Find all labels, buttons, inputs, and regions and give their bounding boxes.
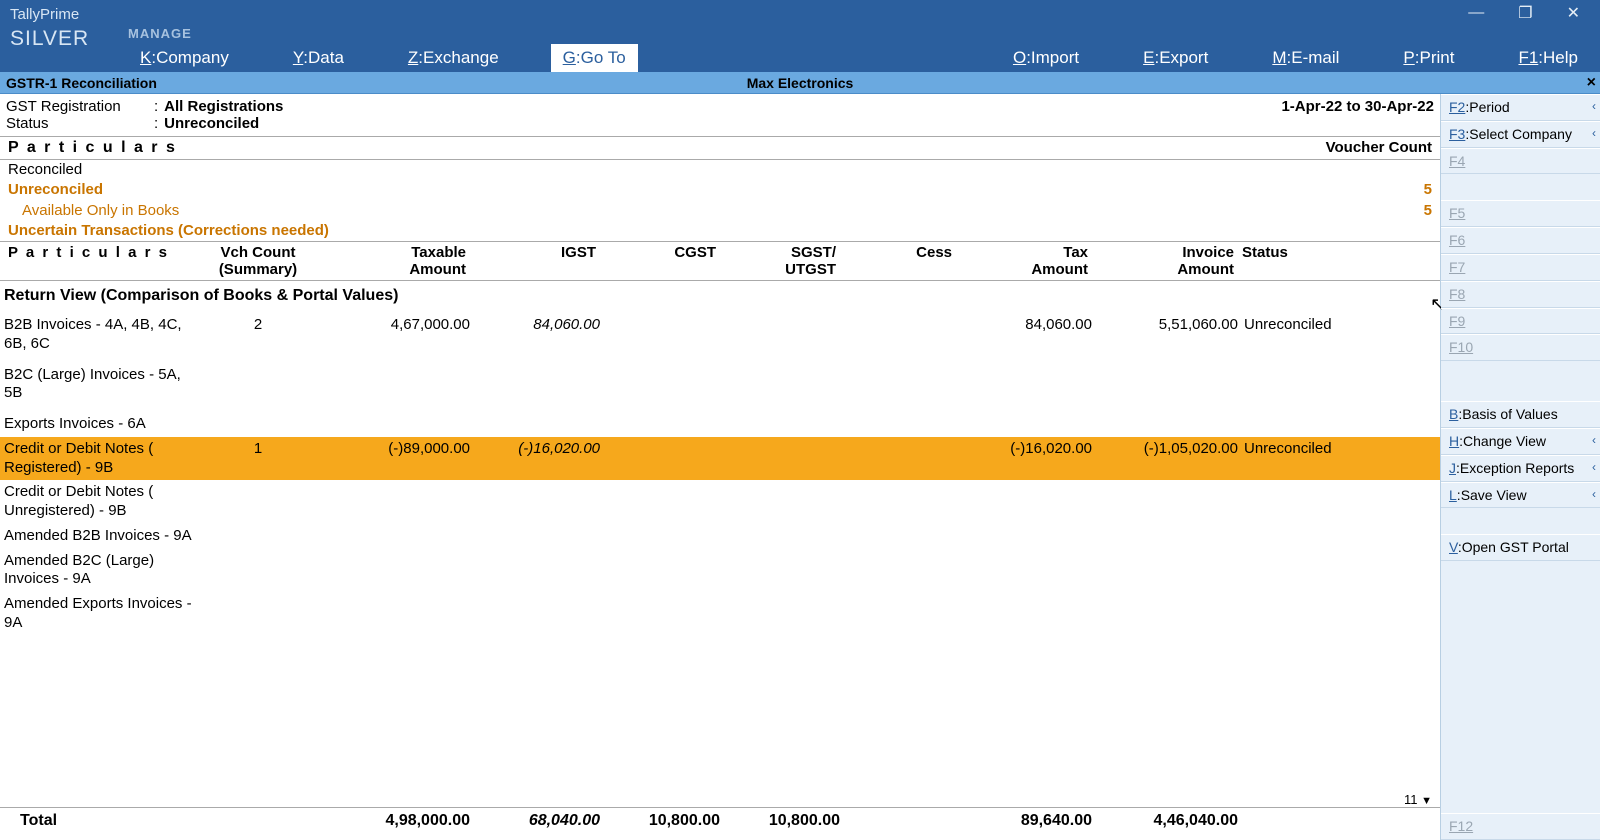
status-value: Unreconciled: [164, 115, 259, 132]
return-view-title: Return View (Comparison of Books & Porta…: [0, 281, 1440, 313]
minimize-icon[interactable]: —: [1468, 4, 1484, 22]
btn-f4: F4: [1441, 148, 1600, 175]
menu-data[interactable]: Y:Data: [281, 44, 356, 72]
table-row[interactable]: Amended B2B Invoices - 9A: [0, 524, 1440, 549]
close-icon[interactable]: ✕: [1567, 3, 1580, 23]
scroll-down-icon: ▼: [1421, 795, 1432, 807]
btn-f7: F7: [1441, 254, 1600, 281]
table-row[interactable]: Amended B2C (Large) Invoices - 9A: [0, 549, 1440, 593]
row-unreconciled[interactable]: Unreconciled5: [0, 180, 1440, 200]
subtitle-bar: GSTR-1 Reconciliation Max Electronics ×: [0, 72, 1600, 94]
manage-label[interactable]: MANAGE: [116, 26, 1600, 44]
menu-goto[interactable]: G:Go To: [551, 44, 638, 72]
table-row[interactable]: B2B Invoices - 4A, 4B, 4C, 6B, 6C24,67,0…: [0, 313, 1440, 357]
maximize-icon[interactable]: ❐: [1518, 3, 1532, 23]
edition-name: SILVER: [10, 27, 116, 51]
btn-f8: F8: [1441, 281, 1600, 308]
menu-company[interactable]: K:Company: [128, 44, 241, 72]
btn-f5: F5: [1441, 200, 1600, 227]
table-row[interactable]: Exports Invoices - 6A: [0, 412, 1440, 437]
content-area: GST Registration:All Registrations Statu…: [0, 94, 1440, 840]
menu-help[interactable]: F1:Help: [1506, 44, 1590, 72]
titlebar: TallyPrime SILVER — ❐ ✕ MANAGE K:Company…: [0, 0, 1600, 72]
period-value: 1-Apr-22 to 30-Apr-22: [1281, 98, 1434, 132]
company-name: Max Electronics: [747, 75, 854, 91]
columns-header: P a r t i c u l a r s Vch Count(Summary)…: [0, 241, 1440, 281]
total-row: Total 4,98,000.00 68,040.00 10,800.00 10…: [0, 807, 1440, 832]
btn-basis-values[interactable]: B:Basis of Values: [1441, 401, 1600, 428]
summary-section: Reconciled Unreconciled5 Available Only …: [0, 160, 1440, 241]
table-row[interactable]: Credit or Debit Notes ( Unregistered) - …: [0, 480, 1440, 524]
subtitle-close-icon[interactable]: ×: [1587, 74, 1596, 92]
row-uncertain[interactable]: Uncertain Transactions (Corrections need…: [0, 221, 1440, 241]
menubar: K:Company Y:Data Z:Exchange G:Go To O:Im…: [116, 44, 1600, 72]
btn-gst-portal[interactable]: V:Open GST Portal: [1441, 534, 1600, 561]
table-row[interactable]: B2C (Large) Invoices - 5A, 5B: [0, 363, 1440, 407]
row-reconciled[interactable]: Reconciled: [0, 160, 1440, 180]
menu-import[interactable]: O:Import: [1001, 44, 1091, 72]
menu-exchange[interactable]: Z:Exchange: [396, 44, 511, 72]
btn-f9: F9: [1441, 308, 1600, 335]
gst-reg-label: GST Registration: [6, 98, 154, 115]
table-row[interactable]: Amended Exports Invoices - 9A: [0, 592, 1440, 636]
menu-email[interactable]: M:E-mail: [1260, 44, 1351, 72]
btn-change-view[interactable]: H:Change View‹: [1441, 428, 1600, 455]
gst-reg-value: All Registrations: [164, 98, 283, 115]
btn-exception-reports[interactable]: J:Exception Reports‹: [1441, 455, 1600, 482]
voucher-count-header: Voucher Count: [1326, 139, 1432, 157]
table-row[interactable]: Credit or Debit Notes ( Registered) - 9B…: [0, 437, 1440, 481]
btn-f12: F12: [1441, 813, 1600, 840]
row-available-books[interactable]: Available Only in Books5: [0, 201, 1440, 221]
product-name: TallyPrime: [10, 6, 116, 23]
btn-f10: F10: [1441, 334, 1600, 361]
report-title: GSTR-1 Reconciliation: [0, 75, 157, 91]
btn-save-view[interactable]: L:Save View‹: [1441, 482, 1600, 509]
pager[interactable]: 11 ▼: [0, 792, 1440, 807]
right-panel: F2:Period‹ F3:Select Company‹ F4 F5 F6 F…: [1440, 94, 1600, 840]
status-label: Status: [6, 115, 154, 132]
particulars-header: P a r t i c u l a r s Voucher Count: [0, 136, 1440, 160]
menu-export[interactable]: E:Export: [1131, 44, 1220, 72]
app-brand: TallyPrime SILVER: [0, 0, 116, 72]
btn-f6: F6: [1441, 227, 1600, 254]
btn-period[interactable]: F2:Period‹: [1441, 94, 1600, 121]
btn-select-company[interactable]: F3:Select Company‹: [1441, 121, 1600, 148]
data-table: B2B Invoices - 4A, 4B, 4C, 6B, 6C24,67,0…: [0, 313, 1440, 792]
menu-print[interactable]: P:Print: [1391, 44, 1466, 72]
